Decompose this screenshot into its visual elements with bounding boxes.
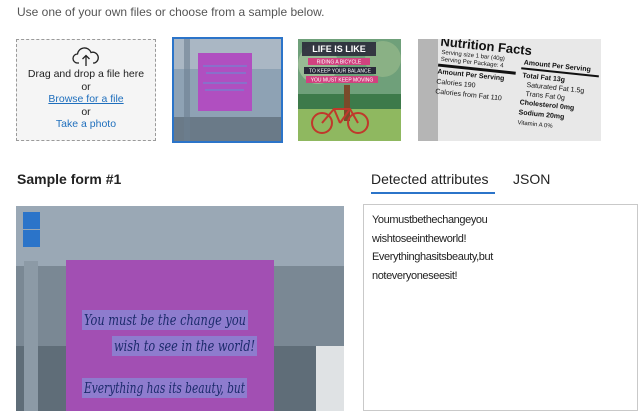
cloud-upload-icon (17, 46, 155, 68)
poster-line-4: YOU MUST KEEP MOVING (311, 78, 374, 84)
region-marker[interactable] (23, 230, 40, 247)
preview-image: You must be the change you wish to see i… (16, 206, 344, 411)
note-line-1: You must be the change you (84, 311, 246, 329)
section-title: Sample form #1 (17, 171, 122, 187)
intro-text: Use one of your own files or choose from… (17, 5, 325, 19)
result-line: wishtoseeintheworld! (372, 232, 467, 245)
file-drop-zone[interactable]: Drag and drop a file here or Browse for … (16, 39, 156, 141)
result-line: noteveryoneseesit! (372, 269, 458, 282)
bicycle-poster-image: LIFE IS LIKE RIDING A BICYCLE TO KEEP YO… (298, 39, 401, 141)
sample-thumbnail-bicycle[interactable]: LIFE IS LIKE RIDING A BICYCLE TO KEEP YO… (298, 39, 401, 141)
sample-thumbnail-nutrition[interactable]: Nutrition Facts Serving size 1 bar (40g)… (418, 39, 601, 141)
result-line: Youmustbethechangeyou (372, 214, 488, 226)
region-marker[interactable] (23, 212, 40, 229)
browse-file-link[interactable]: Browse for a file (17, 93, 155, 106)
sticky-note-image (174, 39, 281, 141)
poster-line-1: LIFE IS LIKE (312, 44, 366, 54)
tab-detected-attributes[interactable]: Detected attributes (371, 171, 489, 187)
poster-line-2: RIDING A BICYCLE (317, 60, 362, 66)
result-line: Everythinghasitsbeauty,but (372, 251, 493, 263)
sample-thumbnail-sticky-note[interactable] (172, 37, 283, 143)
result-tabs: Detected attributes JSON (363, 169, 638, 195)
poster-line-3: TO KEEP YOUR BALANCE (309, 69, 372, 75)
drag-drop-text: Drag and drop a file here (27, 68, 145, 80)
or-text: or (81, 80, 91, 93)
or-text: or (81, 105, 91, 118)
note-line-2: wish to see in the world! (114, 337, 255, 355)
sample-preview: You must be the change you wish to see i… (16, 206, 344, 411)
tab-json[interactable]: JSON (513, 171, 550, 187)
detected-attributes-panel: Youmustbethechangeyou wishtoseeintheworl… (363, 204, 638, 411)
active-tab-indicator (371, 192, 495, 194)
nutrition-label-image: Nutrition Facts Serving size 1 bar (40g)… (418, 39, 601, 141)
note-line-3: Everything has its beauty, but (83, 379, 245, 397)
take-photo-link[interactable]: Take a photo (17, 118, 155, 131)
